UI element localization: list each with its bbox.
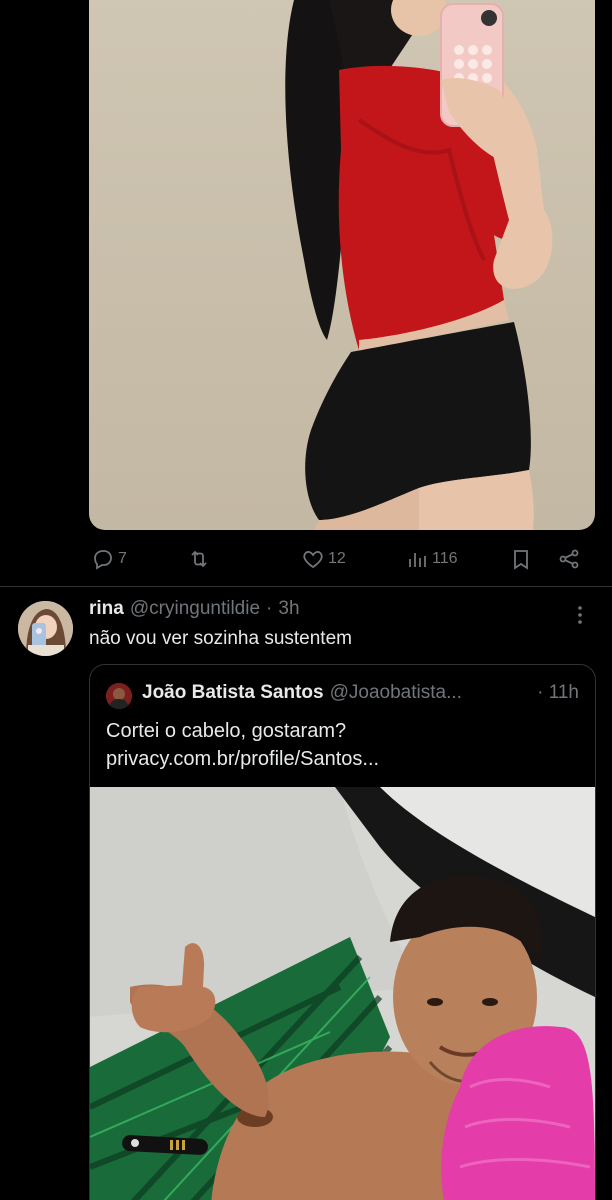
reply-count: 7 bbox=[118, 550, 127, 567]
tweet-divider bbox=[0, 586, 612, 587]
views-icon bbox=[409, 553, 426, 567]
quoted-tweet-card[interactable]: João Batista Santos @Joaobatista... · 11… bbox=[89, 664, 596, 1200]
quoted-tweet-time[interactable]: · 11h bbox=[537, 682, 579, 704]
like-button[interactable]: 12 bbox=[301, 542, 346, 576]
reply-icon bbox=[94, 550, 112, 570]
quoted-link-text[interactable]: privacy.com.br/profile/Santos... bbox=[106, 745, 379, 773]
avatar-image bbox=[18, 601, 73, 656]
retweet-icon bbox=[191, 550, 207, 568]
like-count: 12 bbox=[328, 550, 346, 567]
separator-dot: · bbox=[266, 598, 273, 619]
bookmark-icon bbox=[514, 550, 528, 570]
quoted-header: João Batista Santos @Joaobatista... bbox=[142, 682, 462, 704]
retweet-button[interactable] bbox=[187, 542, 214, 576]
photo-illustration bbox=[285, 0, 553, 530]
quoted-author-name[interactable]: João Batista Santos bbox=[142, 682, 324, 704]
bookmark-button[interactable] bbox=[509, 542, 533, 576]
views-button[interactable]: 116 bbox=[405, 542, 458, 576]
views-count: 116 bbox=[432, 550, 458, 567]
quoted-text-line: Cortei o cabelo, gostaram? bbox=[106, 720, 347, 742]
quoted-photo-illustration bbox=[90, 787, 595, 1200]
author-name[interactable]: rina bbox=[89, 598, 124, 620]
reply-button[interactable]: 7 bbox=[91, 542, 127, 576]
tweet-time[interactable]: 3h bbox=[278, 598, 299, 620]
avatar[interactable] bbox=[18, 601, 73, 656]
heart-icon bbox=[303, 551, 323, 569]
more-button[interactable] bbox=[568, 600, 592, 630]
tweet-actions: 7 12 116 bbox=[89, 542, 595, 576]
share-icon bbox=[559, 549, 579, 569]
more-icon bbox=[578, 606, 582, 624]
quoted-avatar[interactable] bbox=[106, 683, 132, 709]
quoted-media-image[interactable] bbox=[90, 787, 595, 1200]
quoted-avatar-image bbox=[106, 683, 132, 709]
share-button[interactable] bbox=[557, 542, 581, 576]
quoted-tweet-text: Cortei o cabelo, gostaram? privacy.com.b… bbox=[106, 717, 379, 773]
tweet-media-image[interactable] bbox=[89, 0, 595, 530]
reply-text: não vou ver sozinha sustentem bbox=[89, 628, 352, 649]
author-handle[interactable]: @cryinguntildie bbox=[130, 598, 260, 620]
timeline: 7 12 116 rina @cryinguntildie · 3h não v… bbox=[0, 0, 612, 1200]
reply-header: rina @cryinguntildie · 3h bbox=[89, 598, 300, 622]
quoted-author-handle[interactable]: @Joaobatista... bbox=[330, 682, 462, 704]
